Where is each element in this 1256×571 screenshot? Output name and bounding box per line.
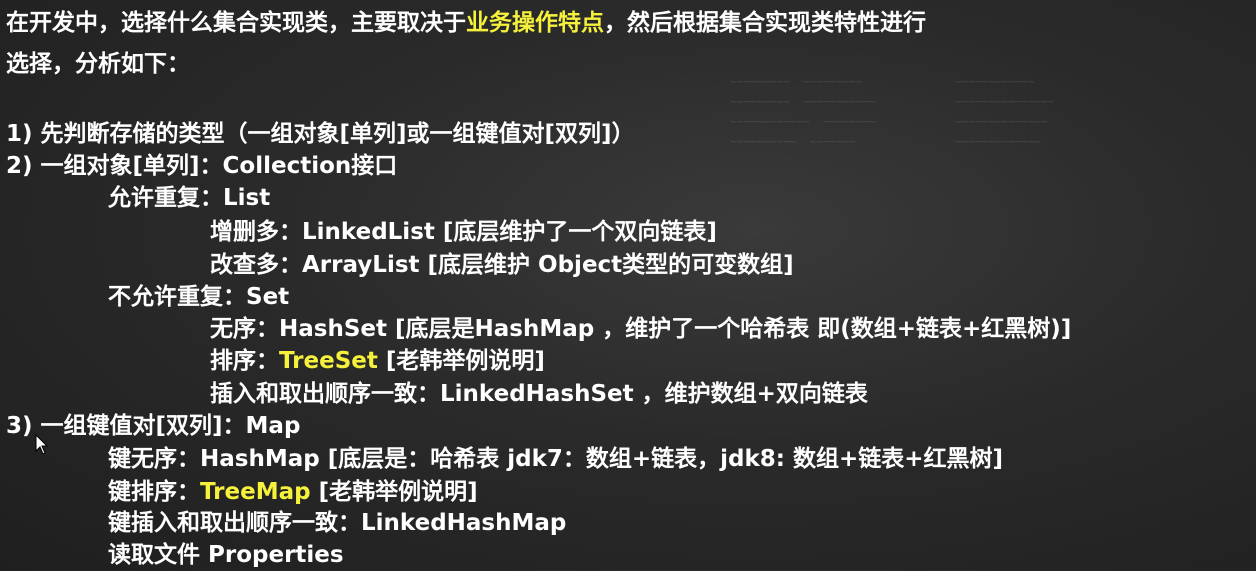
item-3-hashmap: 键无序：HashMap [底层是：哈希表 jdk7：数组+链表，jdk8: 数组…: [108, 443, 1003, 475]
slide-content: 在开发中，选择什么集合实现类，主要取决于业务操作特点，然后根据集合实现类特性进行…: [0, 0, 1256, 570]
item-2-linkedhashset: 插入和取出顺序一致：LinkedHashSet ，维护数组+双向链表: [210, 378, 868, 410]
item-2-allow-duplicates: 允许重复：List: [108, 182, 270, 214]
intro-line-2: 选择，分析如下：: [6, 48, 190, 80]
item-2-allow-text: 允许重复：List: [108, 185, 271, 211]
item-2-hashset: 无序：HashSet [底层是HashMap ，维护了一个哈希表 即(数组+链表…: [210, 313, 1071, 345]
item-3-linkedhashmap-text: 键插入和取出顺序一致：LinkedHashMap: [108, 510, 567, 536]
item-3-linkedhashmap: 键插入和取出顺序一致：LinkedHashMap: [108, 507, 566, 539]
item-3-treemap: 键排序：TreeMap [老韩举例说明]: [108, 476, 478, 508]
item-2-treeset-label: 排序：: [210, 348, 279, 374]
item-3-hashmap-text: 键无序：HashMap [底层是：哈希表 jdk7：数组+链表，jdk8: 数组…: [108, 446, 1004, 472]
item-2-treeset-highlight: TreeSet: [279, 348, 378, 374]
intro-text-2: 选择，分析如下：: [6, 51, 190, 77]
item-2-arraylist: 改查多：ArrayList [底层维护 Object类型的可变数组]: [210, 249, 794, 281]
item-2-linkedlist: 增删多：LinkedList [底层维护了一个双向链表]: [210, 216, 717, 248]
item-2-arraylist-text: 改查多：ArrayList [底层维护 Object类型的可变数组]: [210, 252, 794, 278]
item-3-treemap-note: [老韩举例说明]: [310, 479, 478, 505]
item-1-text: 1) 先判断存储的类型（一组对象[单列]或一组键值对[双列]）: [6, 121, 635, 147]
item-2-treeset-note: [老韩举例说明]: [377, 348, 545, 374]
item-3-treemap-label: 键排序：: [108, 479, 200, 505]
item-3: 3) 一组键值对[双列]：Map: [6, 410, 300, 442]
item-2-linkedhashset-text: 插入和取出顺序一致：LinkedHashSet ，维护数组+双向链表: [210, 381, 868, 407]
item-2-noallow-text: 不允许重复：Set: [108, 284, 290, 310]
item-2-hashset-text: 无序：HashSet [底层是HashMap ，维护了一个哈希表 即(数组+链表…: [210, 316, 1072, 342]
item-2-text: 2) 一组对象[单列]：Collection接口: [6, 153, 398, 179]
item-1: 1) 先判断存储的类型（一组对象[单列]或一组键值对[双列]）: [6, 118, 635, 150]
item-3-properties-text: 读取文件 Properties: [108, 542, 344, 568]
intro-highlight: 业务操作特点: [466, 10, 604, 36]
intro-text-cont: ，然后根据集合实现类特性进行: [604, 10, 926, 36]
item-2-treeset: 排序：TreeSet [老韩举例说明]: [210, 345, 545, 377]
mouse-pointer-icon: [35, 434, 49, 455]
item-2: 2) 一组对象[单列]：Collection接口: [6, 150, 397, 182]
intro-line-1: 在开发中，选择什么集合实现类，主要取决于业务操作特点，然后根据集合实现类特性进行: [6, 7, 926, 39]
item-3-treemap-highlight: TreeMap: [200, 479, 311, 505]
intro-text: 在开发中，选择什么集合实现类，主要取决于: [6, 10, 466, 36]
item-3-properties: 读取文件 Properties: [108, 539, 344, 571]
item-3-text: 3) 一组键值对[双列]：Map: [6, 413, 301, 439]
item-2-no-duplicates: 不允许重复：Set: [108, 281, 289, 313]
item-2-linkedlist-text: 增删多：LinkedList [底层维护了一个双向链表]: [210, 219, 717, 245]
